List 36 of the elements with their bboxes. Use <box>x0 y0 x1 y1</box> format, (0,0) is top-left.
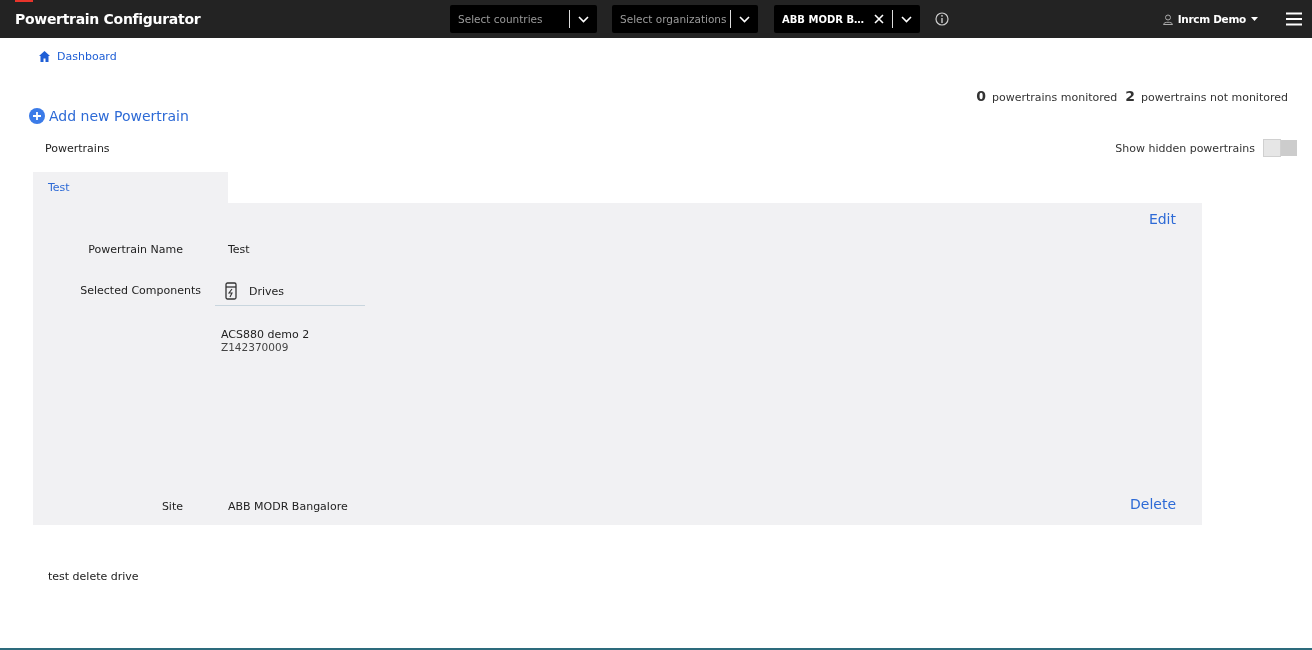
field-value: ABB MODR Bangalore <box>228 500 349 513</box>
home-icon <box>39 51 50 62</box>
toggle-label: Show hidden powertrains <box>1115 141 1255 155</box>
stat-count: 2 <box>1125 88 1136 104</box>
info-icon <box>935 12 949 26</box>
drive-icon <box>225 282 237 300</box>
toggle-switch[interactable] <box>1263 140 1297 156</box>
edit-link[interactable]: Edit <box>1148 211 1176 227</box>
breadcrumb-link[interactable]: Dashboard <box>39 50 117 63</box>
component-serial: Z142370009 <box>221 341 290 353</box>
filter-dropdown[interactable]: ABB MODR B… <box>774 5 920 33</box>
user-icon <box>1162 13 1173 25</box>
chevron-down-icon <box>739 15 750 23</box>
powertrain-tab[interactable]: Test <box>33 172 228 203</box>
section-title: Powertrains <box>45 141 110 155</box>
plus-circle-icon <box>29 108 45 124</box>
filter-dropdown[interactable]: Select countries <box>450 5 597 33</box>
field-label: Site <box>160 500 184 513</box>
app-title: Powertrain Configurator <box>15 11 202 27</box>
powertrain-tab[interactable]: test delete drive <box>33 561 228 592</box>
component-group-header: Drives <box>215 282 365 306</box>
delete-link[interactable]: Delete <box>1130 496 1176 512</box>
chevron-down-icon <box>901 15 912 23</box>
filter-dropdown[interactable]: Select organizations <box>612 5 758 33</box>
chevron-down-icon <box>578 15 589 23</box>
component-name: ACS880 demo 2 <box>221 328 311 341</box>
clear-icon <box>874 14 884 24</box>
menu-icon <box>1286 12 1302 26</box>
field-value: Test <box>228 243 251 256</box>
stat-label: powertrains not monitored <box>1141 91 1288 104</box>
add-powertrain-link[interactable]: Add new Powertrain <box>29 108 189 124</box>
field-label: Powertrain Name <box>87 243 184 256</box>
stat-count: 0 <box>976 88 986 104</box>
user-menu[interactable]: Inrcm Demo <box>1162 13 1258 25</box>
stat-label: powertrains monitored <box>991 91 1118 104</box>
caret-icon <box>1251 17 1258 21</box>
